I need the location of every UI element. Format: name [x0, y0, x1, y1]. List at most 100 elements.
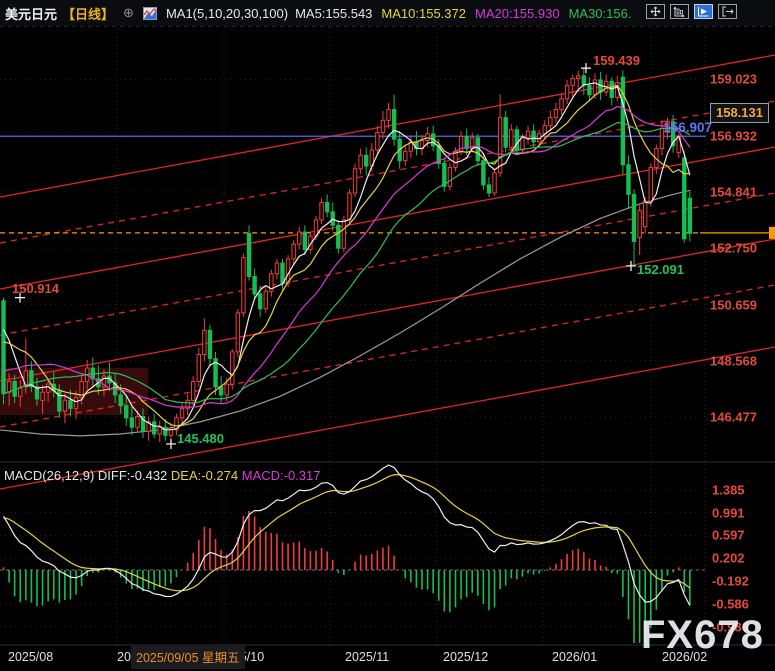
candle-down	[631, 193, 637, 242]
candle-up	[241, 257, 246, 314]
candle-up	[492, 172, 497, 194]
candle-up	[648, 166, 653, 202]
candle-up	[643, 200, 648, 228]
crosshair-play-icon[interactable]	[694, 4, 713, 19]
candle-down	[118, 394, 123, 407]
candle-up	[274, 262, 280, 275]
candle-up	[40, 391, 45, 401]
candle-up	[509, 129, 514, 148]
symbol-title: 美元日元	[5, 6, 58, 22]
fx678-watermark: FX678	[641, 613, 764, 657]
candle-down	[391, 109, 397, 140]
macd-bar-value: MACD:-0.317	[241, 468, 321, 483]
candle-up	[548, 117, 553, 127]
candle-up	[352, 168, 358, 194]
candle-up	[520, 137, 525, 151]
candle-up	[425, 133, 430, 142]
exit-icon[interactable]	[718, 4, 737, 19]
candle-up	[380, 119, 386, 133]
channel-line-solid	[0, 238, 775, 382]
link-plus-icon[interactable]: ⊕	[123, 5, 134, 21]
candle-up	[564, 84, 570, 100]
date-crosshair-tooltip: 2025/09/05 星期五	[131, 645, 245, 669]
candle-up	[375, 131, 380, 151]
candle-down	[581, 75, 587, 86]
ma-settings-label: MA1(5,10,20,30,100)	[165, 5, 289, 21]
candle-down	[257, 293, 263, 310]
candle-down	[129, 417, 135, 428]
candle-up	[45, 383, 51, 393]
candle-up	[497, 117, 503, 174]
candle-up	[62, 399, 68, 412]
pan-icon[interactable]	[646, 4, 665, 19]
candle-down	[252, 275, 257, 295]
candle-down	[364, 154, 369, 167]
candle-up	[224, 383, 229, 396]
candle-down	[280, 262, 285, 284]
candle-up	[230, 351, 235, 385]
candle-down	[68, 399, 73, 409]
candle-up	[319, 201, 324, 221]
candle-up	[73, 397, 79, 409]
ma10-value: MA10:155.372	[381, 5, 466, 21]
candle-up	[297, 231, 302, 245]
candle-up	[525, 130, 531, 139]
candle-down	[626, 164, 631, 195]
candle-down	[587, 84, 592, 96]
candle-up	[235, 312, 241, 353]
candle-up	[659, 127, 665, 150]
diff-line	[2, 464, 691, 606]
candle-down	[302, 231, 308, 251]
candle-up	[179, 407, 185, 419]
candle-up	[341, 219, 347, 249]
candle-up	[347, 192, 352, 221]
candle-down	[324, 201, 330, 213]
candle-up	[559, 98, 564, 111]
candle-up	[191, 380, 196, 401]
candle-down	[620, 76, 626, 166]
candle-down	[218, 386, 224, 396]
extreme-cross-marker	[581, 63, 591, 74]
candle-up	[263, 290, 268, 310]
macd-dea-value: DEA:-0.274	[170, 468, 239, 483]
ma30-value: MA30:156.	[568, 5, 632, 21]
candle-down	[336, 224, 341, 249]
candle-up	[386, 109, 391, 121]
candle-down	[514, 129, 520, 151]
candle-up	[291, 243, 296, 260]
channel-line-dashed	[0, 100, 775, 244]
period-label[interactable]: 【日线】	[62, 4, 114, 23]
candle-up	[553, 109, 559, 119]
dea-line	[3, 474, 691, 592]
candle-up	[576, 75, 581, 80]
ma20-value: MA20:155.930	[475, 5, 560, 21]
orange-hline-axis-tag	[769, 226, 775, 239]
candle-down	[246, 232, 252, 277]
candle-down	[687, 197, 693, 234]
candle-down	[531, 130, 536, 143]
candle-down	[1, 300, 6, 395]
candle-up	[18, 387, 23, 397]
axis-zoom-icon[interactable]	[670, 4, 689, 19]
macd-diff-value: MACD(26,12,9) DIFF:-0.432	[4, 468, 168, 483]
chart-type-icon[interactable]	[142, 6, 157, 20]
candle-up	[202, 329, 207, 356]
candle-down	[682, 157, 687, 240]
candle-down	[503, 117, 508, 148]
candle-up	[358, 154, 363, 170]
macd-indicator-header: MACD(26,12,9) DIFF:-0.432 DEA:-0.274 MAC…	[4, 468, 320, 483]
candle-up	[196, 354, 202, 382]
extreme-cross-marker	[15, 292, 25, 303]
toolbar-icon-group	[646, 4, 737, 19]
candle-up	[157, 426, 162, 435]
candle-up	[447, 166, 453, 187]
candle-up	[592, 79, 598, 96]
candle-up	[168, 429, 174, 436]
candle-down	[151, 421, 157, 435]
candle-down	[481, 160, 486, 186]
channel-line-dashed	[0, 192, 775, 336]
candlestick-chart-canvas[interactable]	[0, 0, 775, 671]
candle-up	[403, 150, 408, 162]
candle-up	[135, 415, 140, 428]
candle-down	[486, 184, 492, 194]
